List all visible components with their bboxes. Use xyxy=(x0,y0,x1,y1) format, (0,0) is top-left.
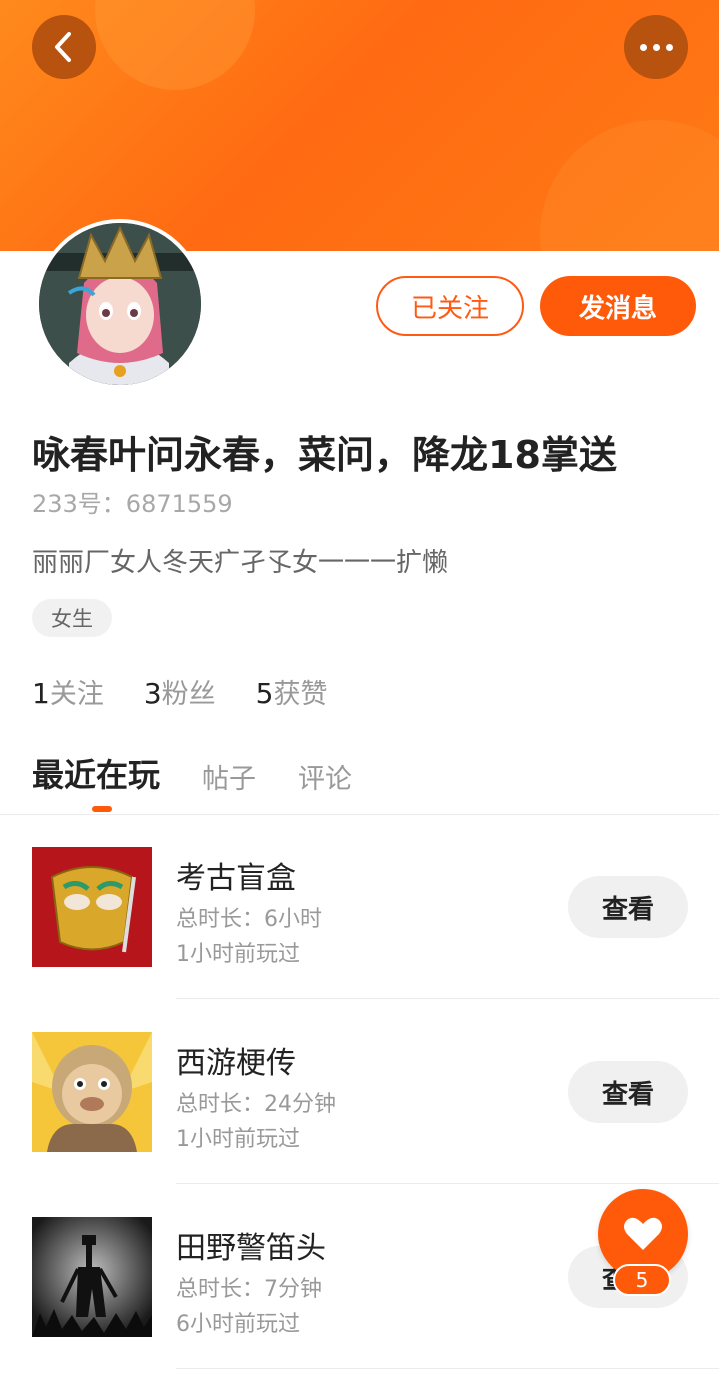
stat-label: 获赞 xyxy=(273,679,328,710)
game-last-played: 1小时前玩过 xyxy=(176,942,300,967)
profile-bio: 丽丽厂女人冬天疒孑孓女一一一扩懒 xyxy=(32,548,449,578)
send-message-button[interactable]: 发消息 xyxy=(540,276,696,336)
view-button[interactable]: 查看 xyxy=(568,876,688,938)
divider xyxy=(176,1368,719,1369)
game-last-played: 6小时前玩过 xyxy=(176,1312,300,1337)
divider xyxy=(0,814,719,815)
profile-name: 咏春叶问永春，菜问，降龙18掌送 xyxy=(32,433,617,477)
view-button[interactable]: 查看 xyxy=(568,1061,688,1123)
more-button[interactable] xyxy=(624,15,688,79)
profile-banner xyxy=(0,0,719,251)
tab-recently-played[interactable]: 最近在玩 xyxy=(32,750,160,796)
like-count-badge: 5 xyxy=(613,1264,671,1296)
game-title: 西游梗传 xyxy=(176,1046,296,1081)
game-thumbnail xyxy=(32,1217,152,1337)
banner-decoration xyxy=(95,0,255,90)
game-duration: 总时长：7分钟 xyxy=(176,1277,322,1302)
chevron-left-icon xyxy=(55,32,71,62)
tab-comments[interactable]: 评论 xyxy=(298,757,352,796)
profile-stats: 1关注 3粉丝 5获赞 xyxy=(32,672,327,711)
stat-number: 5 xyxy=(255,677,274,710)
stat-likes[interactable]: 5获赞 xyxy=(256,672,328,711)
stat-label: 粉丝 xyxy=(161,679,216,710)
stat-following[interactable]: 1关注 xyxy=(32,672,104,711)
divider xyxy=(176,1183,719,1184)
gender-tag: 女生 xyxy=(32,599,112,637)
game-duration: 总时长：24分钟 xyxy=(176,1092,336,1117)
game-duration: 总时长：6小时 xyxy=(176,907,322,932)
stat-label: 关注 xyxy=(49,679,104,710)
game-thumbnail xyxy=(32,1032,152,1152)
list-item[interactable]: 考古盲盒 总时长：6小时 1小时前玩过 查看 xyxy=(0,847,719,1032)
followed-button[interactable]: 已关注 xyxy=(376,276,524,336)
avatar-image xyxy=(39,223,201,385)
more-dots-icon xyxy=(639,43,673,51)
list-item[interactable]: 西游梗传 总时长：24分钟 1小时前玩过 查看 xyxy=(0,1032,719,1217)
banner-decoration xyxy=(540,120,719,251)
divider xyxy=(176,998,719,999)
avatar[interactable] xyxy=(35,219,205,389)
back-button[interactable] xyxy=(32,15,96,79)
stat-followers[interactable]: 3粉丝 xyxy=(144,672,216,711)
game-title: 考古盲盒 xyxy=(176,861,296,896)
game-title: 田野警笛头 xyxy=(176,1231,326,1266)
game-thumbnail xyxy=(32,847,152,967)
stat-number: 1 xyxy=(32,677,50,710)
tab-posts[interactable]: 帖子 xyxy=(202,757,256,796)
heart-icon xyxy=(624,1217,662,1250)
user-id: 233号：6871559 xyxy=(32,490,233,518)
profile-tabs: 最近在玩 帖子 评论 xyxy=(32,750,394,796)
tab-active-indicator xyxy=(92,806,112,812)
game-last-played: 1小时前玩过 xyxy=(176,1127,300,1152)
stat-number: 3 xyxy=(143,677,162,710)
